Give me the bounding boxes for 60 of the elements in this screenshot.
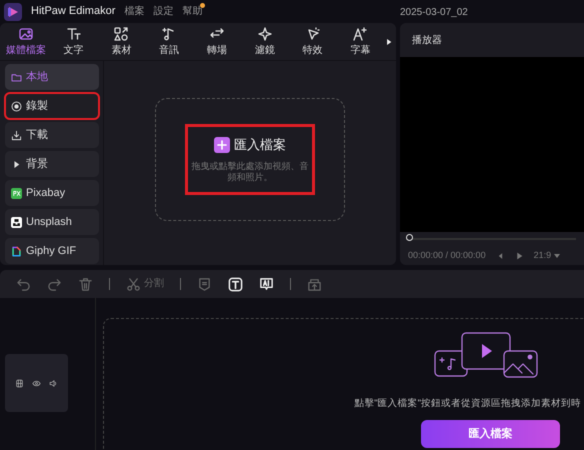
film-icon	[15, 378, 24, 388]
tab[interactable]: 文字	[50, 26, 98, 58]
record-icon	[11, 100, 22, 112]
mute-button[interactable]	[49, 378, 58, 388]
play-button[interactable]	[514, 250, 524, 261]
slider-thumb[interactable]	[406, 234, 413, 241]
tab[interactable]: 轉場	[193, 26, 241, 58]
redo-icon	[47, 276, 62, 292]
visibility-button[interactable]	[32, 378, 41, 388]
timeline-drop-zone[interactable]: 點擊"匯入檔案"按鈕或者從資源區拖拽添加素材到時 匯入檔案	[103, 318, 584, 450]
drop-zone[interactable]: 匯入檔案 拖曳或點擊此處添加視頻、音頻和照片。	[155, 98, 345, 221]
panel-title: 播放器	[411, 34, 443, 48]
menu-item[interactable]: 幫助	[182, 4, 202, 19]
sidebar-item[interactable]: 本地	[5, 64, 99, 90]
giphy-logo-icon	[11, 246, 22, 256]
ai-chat-icon	[259, 276, 274, 292]
letter-plus-icon	[352, 26, 368, 42]
image-icon	[18, 26, 34, 42]
tab[interactable]: 音訊	[145, 26, 194, 58]
menu-item[interactable]: 設定	[153, 4, 174, 19]
logo-icon	[4, 2, 22, 20]
project-name: 2025-03-07_02	[400, 6, 468, 20]
undo-icon	[16, 276, 31, 292]
app-title: HitPaw Edimakor	[31, 4, 116, 20]
folder-icon	[11, 72, 22, 82]
sidebar-item[interactable]: 背景	[5, 151, 99, 177]
import-button[interactable]: 匯入檔案	[214, 135, 286, 155]
sidebar-item[interactable]: Giphy GIF	[5, 238, 99, 264]
tab[interactable]: 濾鏡	[240, 26, 289, 58]
menu-item[interactable]: 檔案	[124, 4, 144, 19]
caret-icon	[554, 254, 560, 258]
export-icon	[307, 276, 322, 292]
tab[interactable]: 特效	[288, 26, 336, 58]
text-icon	[66, 26, 82, 42]
eye-icon	[32, 378, 41, 388]
download-icon	[11, 130, 22, 140]
marker-icon	[197, 276, 212, 292]
plus-icon	[214, 136, 230, 153]
sidebar-item[interactable]: Unsplash	[5, 209, 99, 235]
hint-text: 點擊"匯入檔案"按鈕或者從資源區拖拽添加素材到時	[354, 397, 581, 411]
text-icon	[228, 276, 243, 292]
speaker-icon	[49, 378, 58, 388]
trash-icon	[78, 276, 93, 292]
pixabay-logo-icon	[11, 188, 22, 198]
tab[interactable]: 素材	[98, 26, 146, 58]
import-button[interactable]: 匯入檔案	[421, 420, 560, 448]
sparkle-icon	[256, 26, 273, 42]
play-icon	[514, 250, 524, 261]
sidebar-item[interactable]: 下載	[5, 122, 99, 148]
aspect-ratio-dropdown[interactable]: 21:9	[534, 251, 560, 260]
tab[interactable]: 媒體檔案	[2, 26, 50, 58]
shapes-icon	[113, 26, 130, 42]
track-video-button[interactable]	[15, 378, 24, 388]
unsplash-logo-icon	[11, 216, 22, 228]
tab[interactable]: 字幕	[336, 26, 384, 58]
scissors-icon	[126, 276, 141, 292]
hint-text: 拖曳或點擊此處添加視頻、音頻和照片。	[191, 160, 309, 184]
sidebar-item[interactable]: 錄製	[5, 93, 99, 119]
timecode: 00:00:00 / 00:00:00	[408, 249, 486, 262]
sidebar-item[interactable]: Pixabay	[5, 180, 99, 206]
